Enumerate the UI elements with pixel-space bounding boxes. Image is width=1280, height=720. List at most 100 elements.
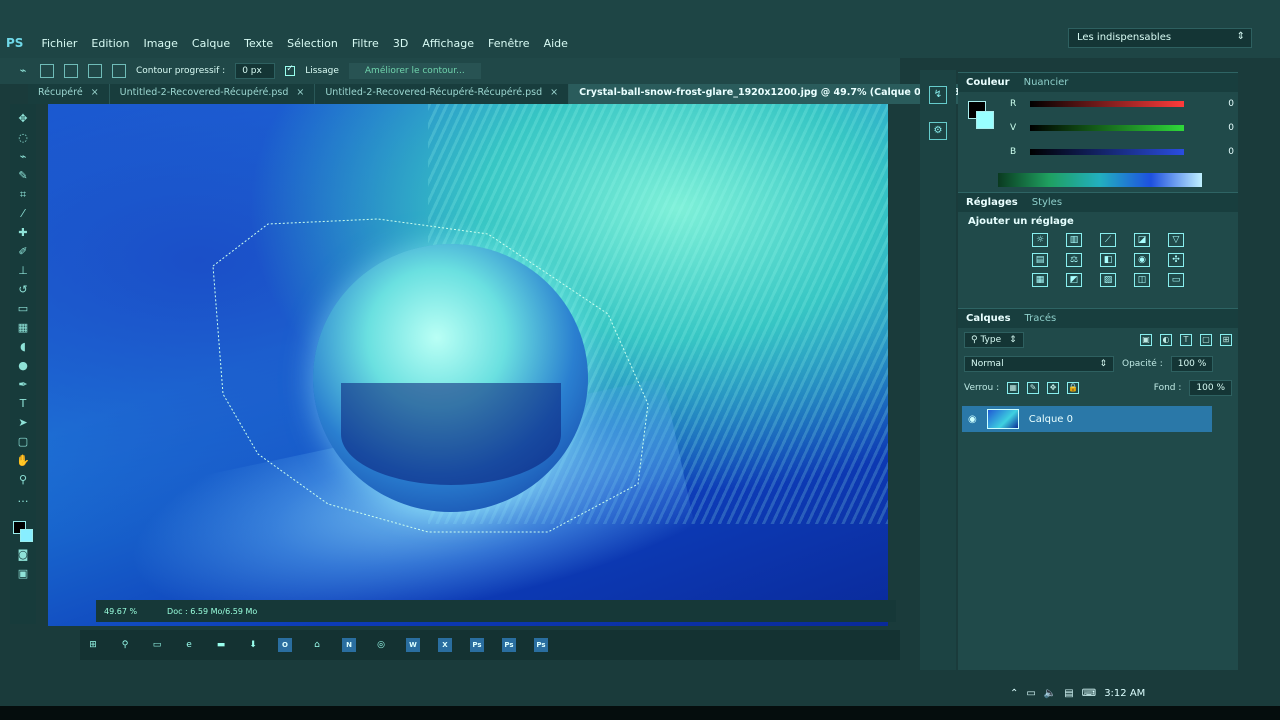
tab-styles[interactable]: Styles xyxy=(1032,197,1062,208)
channel-r-value[interactable]: 0 xyxy=(1194,99,1234,109)
eraser-tool-icon[interactable]: ▭ xyxy=(16,302,30,316)
vibrance-icon[interactable]: ▽ xyxy=(1168,233,1184,247)
photoshop-icon-3[interactable]: Ps xyxy=(534,638,548,652)
layer-row[interactable]: ◉ Calque 0 xyxy=(962,406,1212,432)
document-canvas[interactable] xyxy=(48,104,888,626)
new-selection-icon[interactable] xyxy=(40,64,54,78)
clock[interactable]: 3:12 AM xyxy=(1104,688,1145,699)
eyedropper-tool-icon[interactable]: ⁄ xyxy=(16,207,30,221)
lock-transparent-icon[interactable]: ▦ xyxy=(1007,382,1020,394)
channel-b-slider[interactable] xyxy=(1030,149,1184,155)
fg-bg-color-swatch[interactable] xyxy=(13,521,33,543)
lock-position-icon[interactable]: ✥ xyxy=(1047,382,1060,394)
store-icon[interactable]: ⬇ xyxy=(246,638,260,652)
smooth-checkbox[interactable] xyxy=(285,64,296,76)
close-icon[interactable]: × xyxy=(550,87,558,98)
curves-icon[interactable]: ⟋ xyxy=(1100,233,1116,247)
healing-tool-icon[interactable]: ✚ xyxy=(16,226,30,240)
channel-v-slider[interactable] xyxy=(1030,125,1184,131)
channel-b-value[interactable]: 0 xyxy=(1194,147,1234,157)
refine-edge-button[interactable]: Améliorer le contour... xyxy=(348,63,481,79)
tab-couleur[interactable]: Couleur xyxy=(966,77,1010,88)
notification-icon[interactable]: ▤ xyxy=(1064,688,1073,699)
menu-fichier[interactable]: Fichier xyxy=(41,37,77,50)
filter-shape-icon[interactable]: ▢ xyxy=(1200,334,1212,346)
onenote-icon[interactable]: N xyxy=(342,638,356,652)
subtract-selection-icon[interactable] xyxy=(88,64,102,78)
channel-mixer-icon[interactable]: ✣ xyxy=(1168,253,1184,267)
filter-smart-icon[interactable]: ⊞ xyxy=(1220,334,1232,346)
photoshop-icon-2[interactable]: Ps xyxy=(502,638,516,652)
path-select-tool-icon[interactable]: ➤ xyxy=(16,416,30,430)
tab-traces[interactable]: Tracés xyxy=(1025,313,1057,324)
channel-v[interactable]: V 0 xyxy=(958,116,1238,140)
lasso-tool-icon[interactable]: ⌁ xyxy=(16,150,30,164)
dodge-tool-icon[interactable]: ● xyxy=(16,359,30,373)
filter-adjust-icon[interactable]: ◐ xyxy=(1160,334,1172,346)
brush-tool-icon[interactable]: ✐ xyxy=(16,245,30,259)
task-view-icon[interactable]: ▭ xyxy=(150,638,164,652)
more-tools-icon[interactable]: … xyxy=(16,492,30,506)
blend-mode-select[interactable]: Normal ⇕ xyxy=(964,356,1114,372)
tab-calques[interactable]: Calques xyxy=(966,313,1011,324)
stamp-tool-icon[interactable]: ⊥ xyxy=(16,264,30,278)
gradient-tool-icon[interactable]: ▦ xyxy=(16,321,30,335)
quick-select-tool-icon[interactable]: ✎ xyxy=(16,169,30,183)
levels-icon[interactable]: ▥ xyxy=(1066,233,1082,247)
type-tool-icon[interactable]: T xyxy=(16,397,30,411)
edge-icon[interactable]: e xyxy=(182,638,196,652)
intersect-selection-icon[interactable] xyxy=(112,64,126,78)
windows-start-icon[interactable]: ⊞ xyxy=(86,638,100,652)
marquee-tool-icon[interactable]: ◌ xyxy=(16,131,30,145)
channel-v-value[interactable]: 0 xyxy=(1194,123,1234,133)
blur-tool-icon[interactable]: ◖ xyxy=(16,340,30,354)
zoom-tool-icon[interactable]: ⚲ xyxy=(16,473,30,487)
menu-affichage[interactable]: Affichage xyxy=(422,37,474,50)
posterize-icon[interactable]: ▨ xyxy=(1100,273,1116,287)
move-tool-icon[interactable]: ✥ xyxy=(16,112,30,126)
hand-tool-icon[interactable]: ✋ xyxy=(16,454,30,468)
pen-tool-icon[interactable]: ✒ xyxy=(16,378,30,392)
layer-name[interactable]: Calque 0 xyxy=(1029,414,1073,425)
chrome-icon[interactable]: ◎ xyxy=(374,638,388,652)
channel-r-slider[interactable] xyxy=(1030,101,1184,107)
filter-pixel-icon[interactable]: ▣ xyxy=(1140,334,1152,346)
tab-nuancier[interactable]: Nuancier xyxy=(1024,77,1069,88)
lock-all-icon[interactable]: 🔒 xyxy=(1067,382,1080,394)
exposure-icon[interactable]: ◪ xyxy=(1134,233,1150,247)
word-icon[interactable]: W xyxy=(406,638,420,652)
close-icon[interactable]: × xyxy=(296,87,304,98)
tab-untitled-recovered[interactable]: Untitled-2-Recovered-Récupéré.psd × xyxy=(110,84,316,104)
tab-reglages[interactable]: Réglages xyxy=(966,197,1018,208)
volume-icon[interactable]: 🔈 xyxy=(1044,688,1056,699)
layer-filter-select[interactable]: ⚲ Type ⇕ xyxy=(964,332,1024,348)
bw-icon[interactable]: ◧ xyxy=(1100,253,1116,267)
folder-icon[interactable]: ▬ xyxy=(214,638,228,652)
gradient-map-icon[interactable]: ▭ xyxy=(1168,273,1184,287)
crop-tool-icon[interactable]: ⌗ xyxy=(16,188,30,202)
add-selection-icon[interactable] xyxy=(64,64,78,78)
menu-image[interactable]: Image xyxy=(143,37,177,50)
eye-icon[interactable]: ◉ xyxy=(968,414,977,425)
color-lookup-icon[interactable]: ▦ xyxy=(1032,273,1048,287)
photoshop-icon[interactable]: Ps xyxy=(470,638,484,652)
history-brush-icon[interactable]: ↺ xyxy=(16,283,30,297)
quick-mask-icon[interactable]: ◙ xyxy=(16,548,30,562)
menu-fenetre[interactable]: Fenêtre xyxy=(488,37,530,50)
store-bag-icon[interactable]: ⌂ xyxy=(310,638,324,652)
menu-3d[interactable]: 3D xyxy=(393,37,408,50)
close-icon[interactable]: × xyxy=(91,87,99,98)
zoom-level[interactable]: 49.67 % xyxy=(104,607,137,616)
threshold-icon[interactable]: ◫ xyxy=(1134,273,1150,287)
hue-sat-icon[interactable]: ▤ xyxy=(1032,253,1048,267)
outlook-icon[interactable]: O xyxy=(278,638,292,652)
lock-pixels-icon[interactable]: ✎ xyxy=(1027,382,1040,394)
channel-b[interactable]: B 0 xyxy=(958,140,1238,164)
history-icon[interactable]: ↯ xyxy=(929,86,947,104)
properties-icon[interactable]: ⚙ xyxy=(929,122,947,140)
excel-icon[interactable]: X xyxy=(438,638,452,652)
tab-untitled-recovered-2[interactable]: Untitled-2-Recovered-Récupéré-Récupéré.p… xyxy=(315,84,570,104)
chevron-up-icon[interactable]: ⌃ xyxy=(1010,688,1018,699)
invert-icon[interactable]: ◩ xyxy=(1066,273,1082,287)
channel-r[interactable]: R 0 xyxy=(958,92,1238,116)
